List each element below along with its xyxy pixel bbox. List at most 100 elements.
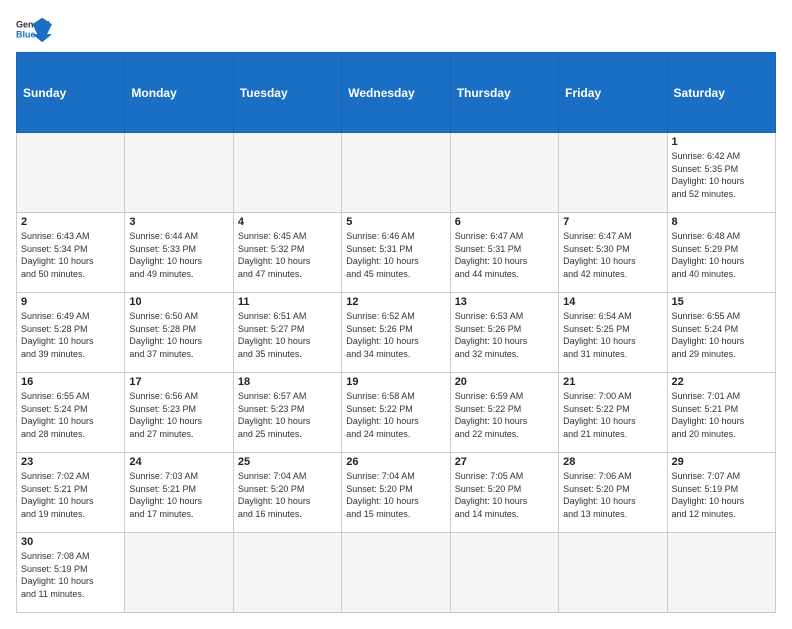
day-number: 11 xyxy=(238,296,337,308)
day-info: Sunrise: 6:48 AM Sunset: 5:29 PM Dayligh… xyxy=(672,230,771,280)
calendar-cell: 19 Sunrise: 6:58 AM Sunset: 5:22 PM Dayli… xyxy=(342,373,450,453)
day-info: Sunrise: 6:49 AM Sunset: 5:28 PM Dayligh… xyxy=(21,310,120,360)
day-number: 28 xyxy=(563,456,662,468)
day-number: 27 xyxy=(455,456,554,468)
calendar-cell: 17 Sunrise: 6:56 AM Sunset: 5:23 PM Dayli… xyxy=(125,373,233,453)
day-info: Sunrise: 6:43 AM Sunset: 5:34 PM Dayligh… xyxy=(21,230,120,280)
calendar-week-4: 23 Sunrise: 7:02 AM Sunset: 5:21 PM Dayli… xyxy=(17,453,776,533)
page-header: General Blue xyxy=(16,16,776,44)
day-number: 21 xyxy=(563,376,662,388)
calendar-cell: 4 Sunrise: 6:45 AM Sunset: 5:32 PM Daylig… xyxy=(233,213,341,293)
day-info: Sunrise: 7:05 AM Sunset: 5:20 PM Dayligh… xyxy=(455,470,554,520)
calendar-cell: 24 Sunrise: 7:03 AM Sunset: 5:21 PM Dayli… xyxy=(125,453,233,533)
day-number: 23 xyxy=(21,456,120,468)
day-info: Sunrise: 6:54 AM Sunset: 5:25 PM Dayligh… xyxy=(563,310,662,360)
day-info: Sunrise: 7:08 AM Sunset: 5:19 PM Dayligh… xyxy=(21,550,120,600)
calendar-cell: 7 Sunrise: 6:47 AM Sunset: 5:30 PM Daylig… xyxy=(559,213,667,293)
calendar-cell: 12 Sunrise: 6:52 AM Sunset: 5:26 PM Dayli… xyxy=(342,293,450,373)
day-info: Sunrise: 6:59 AM Sunset: 5:22 PM Dayligh… xyxy=(455,390,554,440)
day-number: 15 xyxy=(672,296,771,308)
day-info: Sunrise: 6:51 AM Sunset: 5:27 PM Dayligh… xyxy=(238,310,337,360)
weekday-header-row: SundayMondayTuesdayWednesdayThursdayFrid… xyxy=(17,53,776,133)
weekday-header-sunday: Sunday xyxy=(17,53,125,133)
calendar-cell xyxy=(233,533,341,613)
day-info: Sunrise: 6:47 AM Sunset: 5:31 PM Dayligh… xyxy=(455,230,554,280)
day-number: 1 xyxy=(672,136,771,148)
day-info: Sunrise: 6:46 AM Sunset: 5:31 PM Dayligh… xyxy=(346,230,445,280)
calendar-cell xyxy=(450,533,558,613)
calendar-cell: 2Sunrise: 6:43 AM Sunset: 5:34 PM Daylig… xyxy=(17,213,125,293)
day-info: Sunrise: 7:02 AM Sunset: 5:21 PM Dayligh… xyxy=(21,470,120,520)
weekday-header-wednesday: Wednesday xyxy=(342,53,450,133)
calendar-cell xyxy=(559,133,667,213)
day-info: Sunrise: 6:58 AM Sunset: 5:22 PM Dayligh… xyxy=(346,390,445,440)
weekday-header-thursday: Thursday xyxy=(450,53,558,133)
day-info: Sunrise: 7:01 AM Sunset: 5:21 PM Dayligh… xyxy=(672,390,771,440)
day-number: 13 xyxy=(455,296,554,308)
day-number: 19 xyxy=(346,376,445,388)
day-number: 17 xyxy=(129,376,228,388)
calendar-cell: 16Sunrise: 6:55 AM Sunset: 5:24 PM Dayli… xyxy=(17,373,125,453)
calendar-cell: 28 Sunrise: 7:06 AM Sunset: 5:20 PM Dayli… xyxy=(559,453,667,533)
calendar-cell: 5 Sunrise: 6:46 AM Sunset: 5:31 PM Daylig… xyxy=(342,213,450,293)
calendar-cell: 3Sunrise: 6:44 AM Sunset: 5:33 PM Daylig… xyxy=(125,213,233,293)
calendar-cell xyxy=(342,133,450,213)
day-number: 26 xyxy=(346,456,445,468)
calendar-cell: 20 Sunrise: 6:59 AM Sunset: 5:22 PM Dayli… xyxy=(450,373,558,453)
calendar-cell: 30 Sunrise: 7:08 AM Sunset: 5:19 PM Dayli… xyxy=(17,533,125,613)
calendar-cell: 23 Sunrise: 7:02 AM Sunset: 5:21 PM Dayli… xyxy=(17,453,125,533)
calendar-cell: 21 Sunrise: 7:00 AM Sunset: 5:22 PM Dayli… xyxy=(559,373,667,453)
day-info: Sunrise: 6:52 AM Sunset: 5:26 PM Dayligh… xyxy=(346,310,445,360)
calendar-cell: 14 Sunrise: 6:54 AM Sunset: 5:25 PM Dayli… xyxy=(559,293,667,373)
day-number: 5 xyxy=(346,216,445,228)
day-info: Sunrise: 6:42 AM Sunset: 5:35 PM Dayligh… xyxy=(672,150,771,200)
day-info: Sunrise: 6:57 AM Sunset: 5:23 PM Dayligh… xyxy=(238,390,337,440)
weekday-header-saturday: Saturday xyxy=(667,53,775,133)
calendar-cell xyxy=(125,133,233,213)
calendar-cell: 22 Sunrise: 7:01 AM Sunset: 5:21 PM Dayli… xyxy=(667,373,775,453)
day-info: Sunrise: 7:03 AM Sunset: 5:21 PM Dayligh… xyxy=(129,470,228,520)
calendar-week-3: 16Sunrise: 6:55 AM Sunset: 5:24 PM Dayli… xyxy=(17,373,776,453)
day-info: Sunrise: 6:50 AM Sunset: 5:28 PM Dayligh… xyxy=(129,310,228,360)
day-number: 29 xyxy=(672,456,771,468)
day-number: 6 xyxy=(455,216,554,228)
calendar: SundayMondayTuesdayWednesdayThursdayFrid… xyxy=(16,52,776,613)
calendar-week-1: 2Sunrise: 6:43 AM Sunset: 5:34 PM Daylig… xyxy=(17,213,776,293)
day-info: Sunrise: 6:47 AM Sunset: 5:30 PM Dayligh… xyxy=(563,230,662,280)
calendar-cell: 26 Sunrise: 7:04 AM Sunset: 5:20 PM Dayli… xyxy=(342,453,450,533)
day-info: Sunrise: 6:56 AM Sunset: 5:23 PM Dayligh… xyxy=(129,390,228,440)
day-number: 16 xyxy=(21,376,120,388)
day-info: Sunrise: 7:07 AM Sunset: 5:19 PM Dayligh… xyxy=(672,470,771,520)
weekday-header-tuesday: Tuesday xyxy=(233,53,341,133)
weekday-header-friday: Friday xyxy=(559,53,667,133)
day-number: 22 xyxy=(672,376,771,388)
calendar-cell: 18 Sunrise: 6:57 AM Sunset: 5:23 PM Dayli… xyxy=(233,373,341,453)
day-number: 14 xyxy=(563,296,662,308)
day-info: Sunrise: 7:06 AM Sunset: 5:20 PM Dayligh… xyxy=(563,470,662,520)
day-number: 8 xyxy=(672,216,771,228)
calendar-body: 1 Sunrise: 6:42 AM Sunset: 5:35 PM Daylig… xyxy=(17,133,776,613)
day-number: 9 xyxy=(21,296,120,308)
day-info: Sunrise: 6:55 AM Sunset: 5:24 PM Dayligh… xyxy=(672,310,771,360)
day-number: 20 xyxy=(455,376,554,388)
calendar-cell xyxy=(233,133,341,213)
logo-icon: General Blue xyxy=(16,16,52,44)
calendar-cell: 1 Sunrise: 6:42 AM Sunset: 5:35 PM Daylig… xyxy=(667,133,775,213)
day-number: 7 xyxy=(563,216,662,228)
calendar-week-2: 9 Sunrise: 6:49 AM Sunset: 5:28 PM Daylig… xyxy=(17,293,776,373)
calendar-cell xyxy=(125,533,233,613)
calendar-cell: 9 Sunrise: 6:49 AM Sunset: 5:28 PM Daylig… xyxy=(17,293,125,373)
day-number: 12 xyxy=(346,296,445,308)
day-info: Sunrise: 7:04 AM Sunset: 5:20 PM Dayligh… xyxy=(238,470,337,520)
day-info: Sunrise: 7:04 AM Sunset: 5:20 PM Dayligh… xyxy=(346,470,445,520)
day-number: 24 xyxy=(129,456,228,468)
calendar-week-5: 30 Sunrise: 7:08 AM Sunset: 5:19 PM Dayli… xyxy=(17,533,776,613)
day-info: Sunrise: 7:00 AM Sunset: 5:22 PM Dayligh… xyxy=(563,390,662,440)
calendar-cell xyxy=(667,533,775,613)
day-number: 18 xyxy=(238,376,337,388)
day-number: 4 xyxy=(238,216,337,228)
calendar-cell: 11 Sunrise: 6:51 AM Sunset: 5:27 PM Dayli… xyxy=(233,293,341,373)
day-info: Sunrise: 6:45 AM Sunset: 5:32 PM Dayligh… xyxy=(238,230,337,280)
day-number: 30 xyxy=(21,536,120,548)
calendar-cell: 6 Sunrise: 6:47 AM Sunset: 5:31 PM Daylig… xyxy=(450,213,558,293)
